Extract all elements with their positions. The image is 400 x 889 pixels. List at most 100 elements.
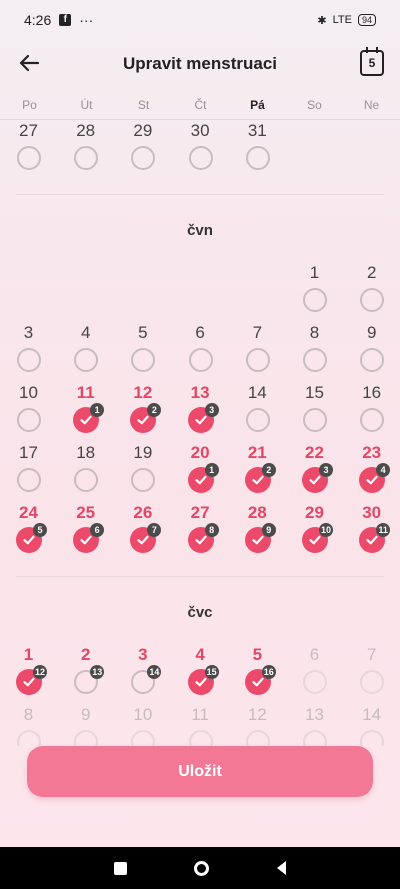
calendar-day-cell[interactable]: 6 bbox=[172, 322, 229, 382]
calendar-day-cell: 10 bbox=[114, 704, 171, 746]
day-select-circle[interactable] bbox=[303, 288, 327, 312]
day-number: 17 bbox=[19, 443, 38, 462]
day-number: 16 bbox=[362, 383, 382, 402]
calendar-day-cell[interactable]: 7 bbox=[229, 322, 286, 382]
calendar-day-cell[interactable]: 31 bbox=[229, 120, 286, 180]
calendar-day-cell[interactable]: 21 2 bbox=[229, 442, 286, 502]
day-select-circle[interactable] bbox=[17, 408, 41, 432]
day-number: 9 bbox=[80, 705, 91, 724]
day-select-circle[interactable] bbox=[303, 348, 327, 372]
calendar-day-cell[interactable]: 23 4 bbox=[343, 442, 400, 502]
calendar-day-cell[interactable]: 24 5 bbox=[0, 502, 57, 562]
day-number: 28 bbox=[247, 503, 267, 522]
calendar-scroll[interactable]: 27 28 29 30 31 čvn 1 2 3 4 5 6 7 8 9 10 11 1 12 2 13 3 14 15 16 1… bbox=[0, 120, 400, 746]
weekday-label: Po bbox=[22, 98, 37, 112]
calendar-day-cell[interactable]: 4 bbox=[57, 322, 114, 382]
calendar-day-cell[interactable]: 1 12 bbox=[0, 644, 57, 704]
period-day-badge: 7 bbox=[147, 523, 162, 537]
calendar-week-row: 1 12 2 13 3 14 4 15 5 16 6 7 bbox=[0, 644, 400, 704]
calendar-day-cell[interactable]: 5 16 bbox=[229, 644, 286, 704]
day-number: 5 bbox=[252, 645, 263, 664]
calendar-day-cell[interactable]: 4 15 bbox=[172, 644, 229, 704]
calendar-day-cell[interactable]: 20 1 bbox=[172, 442, 229, 502]
period-day-badge: 10 bbox=[319, 523, 334, 537]
day-number: 31 bbox=[247, 121, 267, 140]
calendar-day-cell[interactable]: 13 3 bbox=[172, 382, 229, 442]
calendar-day-cell[interactable]: 9 bbox=[343, 322, 400, 382]
calendar-day-cell[interactable]: 3 bbox=[0, 322, 57, 382]
day-select-circle[interactable] bbox=[360, 408, 385, 432]
day-select-circle[interactable] bbox=[74, 348, 99, 372]
day-number: 6 bbox=[309, 645, 320, 664]
recent-apps-icon[interactable] bbox=[113, 861, 127, 875]
period-day-badge: 4 bbox=[376, 463, 391, 477]
period-day-badge: 9 bbox=[261, 523, 276, 537]
calendar-day-cell[interactable]: 10 bbox=[0, 382, 57, 442]
day-number: 15 bbox=[305, 383, 324, 402]
calendar-day-cell[interactable]: 25 6 bbox=[57, 502, 114, 562]
day-number: 13 bbox=[305, 705, 324, 724]
day-select-circle[interactable] bbox=[17, 348, 41, 372]
calendar-week-row: 24 5 25 6 26 7 27 8 28 9 29 10 30 11 bbox=[0, 502, 400, 562]
day-number: 14 bbox=[247, 383, 267, 402]
day-select-circle[interactable] bbox=[245, 348, 270, 372]
calendar-day-cell[interactable]: 30 bbox=[172, 120, 229, 180]
day-select-circle[interactable] bbox=[188, 146, 213, 170]
calendar-day-cell[interactable]: 14 bbox=[229, 382, 286, 442]
day-select-circle[interactable] bbox=[360, 288, 385, 312]
calendar-day-cell[interactable]: 8 bbox=[286, 322, 343, 382]
calendar-day-cell[interactable]: 27 bbox=[0, 120, 57, 180]
day-select-circle[interactable] bbox=[74, 146, 99, 170]
calendar-week-row: 8 9 10 11 12 13 14 bbox=[0, 704, 400, 746]
calendar-day-cell[interactable]: 18 bbox=[57, 442, 114, 502]
system-nav-bar bbox=[0, 847, 400, 889]
calendar-day-cell[interactable]: 11 1 bbox=[57, 382, 114, 442]
day-select-circle[interactable] bbox=[303, 408, 327, 432]
period-day-badge: 2 bbox=[261, 463, 276, 477]
day-number: 12 bbox=[247, 705, 267, 724]
day-select-circle[interactable] bbox=[245, 146, 270, 170]
calendar-day-cell[interactable]: 22 3 bbox=[286, 442, 343, 502]
calendar-day-cell[interactable]: 16 bbox=[343, 382, 400, 442]
day-select-circle[interactable] bbox=[245, 408, 270, 432]
calendar-day-cell[interactable]: 15 bbox=[286, 382, 343, 442]
calendar-today-button[interactable]: 5 bbox=[360, 47, 384, 76]
day-select-circle[interactable] bbox=[131, 146, 156, 170]
day-select-circle[interactable] bbox=[360, 348, 385, 372]
day-number: 19 bbox=[133, 443, 153, 462]
home-icon[interactable] bbox=[194, 860, 210, 876]
calendar-day-cell[interactable]: 12 2 bbox=[114, 382, 171, 442]
calendar-day-cell[interactable]: 3 14 bbox=[114, 644, 171, 704]
calendar-day-cell[interactable]: 26 7 bbox=[114, 502, 171, 562]
save-button[interactable]: Uložit bbox=[27, 746, 373, 797]
period-day-badge: 1 bbox=[204, 463, 219, 477]
day-select-circle[interactable] bbox=[131, 348, 156, 372]
calendar-day-number: 5 bbox=[368, 56, 376, 70]
day-select-circle[interactable] bbox=[188, 348, 213, 372]
day-select-circle[interactable] bbox=[131, 468, 156, 492]
calendar-day-cell[interactable]: 28 bbox=[57, 120, 114, 180]
day-number: 29 bbox=[133, 121, 153, 140]
calendar-day-cell[interactable]: 27 8 bbox=[172, 502, 229, 562]
calendar-day-cell[interactable]: 29 10 bbox=[286, 502, 343, 562]
day-select-circle[interactable] bbox=[17, 468, 41, 492]
day-select-circle[interactable] bbox=[17, 146, 41, 170]
calendar-day-cell[interactable]: 17 bbox=[0, 442, 57, 502]
calendar-day-cell[interactable]: 1 bbox=[286, 262, 343, 322]
back-arrow-icon[interactable] bbox=[14, 48, 44, 78]
calendar-day-cell: 7 bbox=[343, 644, 400, 704]
calendar-day-cell[interactable]: 30 11 bbox=[343, 502, 400, 562]
calendar-day-cell[interactable]: 19 bbox=[114, 442, 171, 502]
battery-icon: 94 bbox=[357, 14, 376, 26]
day-number: 22 bbox=[305, 443, 324, 462]
calendar-day-cell[interactable]: 29 bbox=[114, 120, 171, 180]
system-back-icon[interactable] bbox=[277, 861, 287, 875]
day-select-circle[interactable] bbox=[74, 468, 99, 492]
calendar-day-cell[interactable]: 5 bbox=[114, 322, 171, 382]
calendar-day-cell[interactable]: 28 9 bbox=[229, 502, 286, 562]
day-number: 6 bbox=[195, 323, 205, 342]
day-number: 8 bbox=[309, 323, 320, 342]
calendar-day-cell[interactable]: 2 bbox=[343, 262, 400, 322]
calendar-day-cell[interactable]: 2 13 bbox=[57, 644, 114, 704]
month-divider bbox=[16, 576, 384, 577]
